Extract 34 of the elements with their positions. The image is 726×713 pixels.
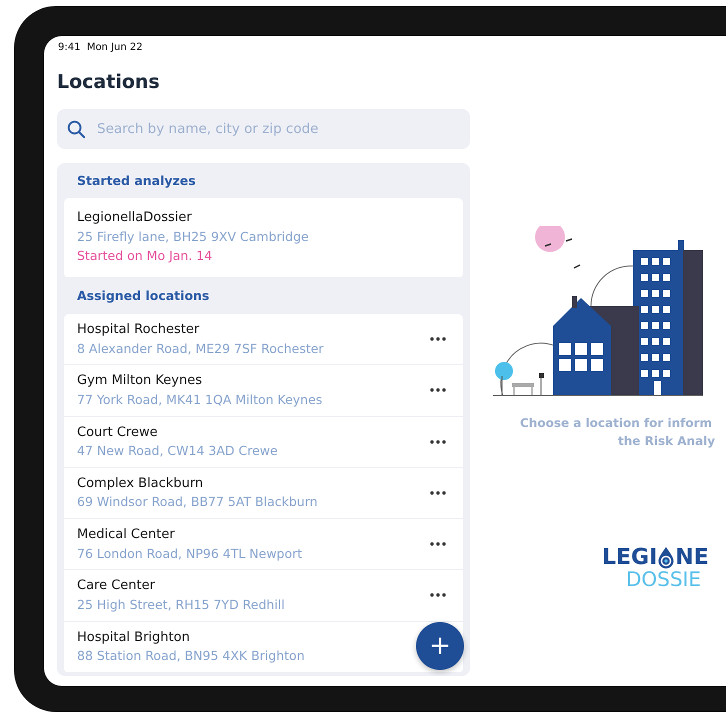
- page-title: Locations: [57, 70, 161, 95]
- more-icon: [430, 388, 446, 392]
- section-header: Started analyzes: [76, 172, 197, 190]
- section-header: Assigned locations: [76, 287, 210, 306]
- location-address: 47 New Road, CW14 3AD Crewe: [77, 442, 278, 460]
- location-address: 8 Alexander Road, ME29 7SF Rochester: [77, 340, 324, 358]
- location-name: Gym Milton Keynes: [77, 372, 204, 390]
- water-drop-icon: [657, 546, 676, 569]
- more-icon: [430, 593, 446, 598]
- status-bar-time: 9:41 Mon Jun 22: [58, 41, 144, 55]
- location-address: 88 Station Road, BN95 4XK Brighton: [77, 647, 305, 665]
- logo-text: LEGI: [602, 546, 658, 568]
- empty-state-text: the Risk Analy: [617, 433, 716, 450]
- logo-text: NE: [675, 546, 709, 568]
- started-date: Started on Mo Jan. 14: [77, 246, 214, 264]
- logo-subtext: DOSSIE: [625, 569, 702, 589]
- location-name: Hospital Brighton: [77, 628, 191, 646]
- location-name: Court Crewe: [77, 424, 159, 442]
- more-icon: [430, 542, 446, 546]
- more-icon: [430, 440, 446, 444]
- location-address: 69 Windsor Road, BB77 5AT Blackburn: [77, 493, 318, 512]
- location-name: Medical Center: [77, 526, 176, 544]
- location-name: Hospital Rochester: [77, 321, 200, 339]
- location-address: 77 York Road, MK41 1QA Milton Keynes: [77, 390, 322, 409]
- location-name: Care Center: [77, 577, 156, 596]
- location-name: Complex Blackburn: [77, 474, 204, 493]
- search-field[interactable]: Search by name, city or zip code: [57, 108, 470, 148]
- empty-state-text: Choose a location for inform: [520, 415, 714, 432]
- more-icon: [430, 337, 446, 342]
- more-icon: [430, 490, 446, 495]
- location-address: 25 Firefly lane, BH25 9XV Cambridge: [77, 228, 309, 246]
- location-name: LegionellaDossier: [77, 209, 193, 228]
- location-address: 25 High Street, RH15 7YD Redhill: [77, 596, 285, 614]
- location-address: 76 London Road, NP96 4TL Newport: [77, 544, 302, 563]
